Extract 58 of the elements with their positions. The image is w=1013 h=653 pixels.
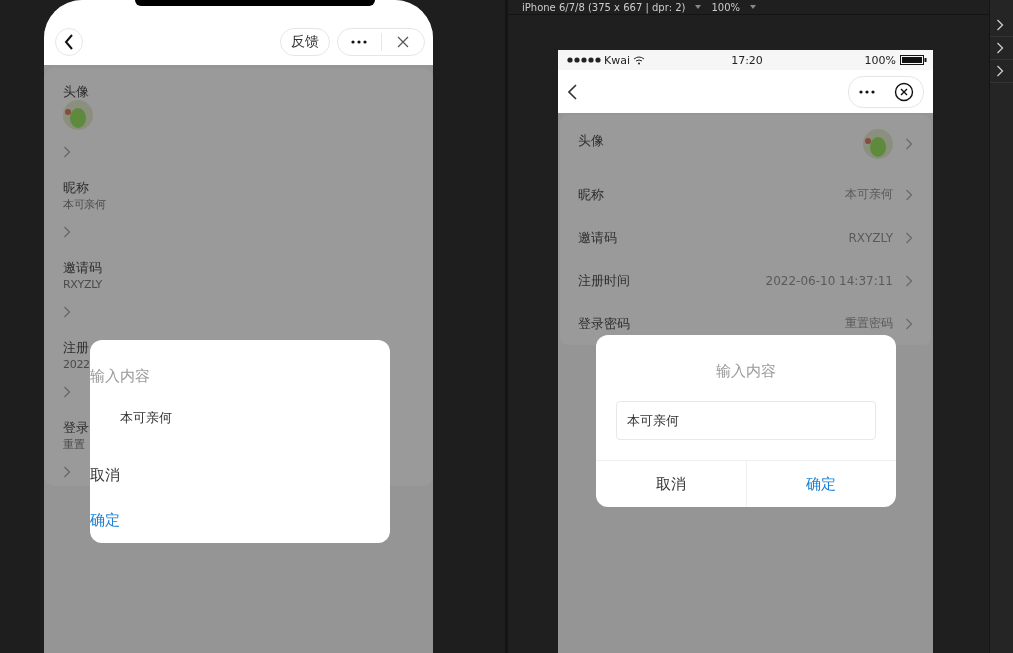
avatar-image [63, 100, 93, 130]
confirm-button[interactable]: 确定 [90, 511, 120, 530]
input-field[interactable]: 本可亲何 [120, 410, 320, 425]
cancel-button[interactable]: 取消 [90, 466, 120, 485]
row-label: 登录密码 [578, 314, 631, 333]
row-value: 本可亲何 [845, 186, 893, 203]
row-value: RXYZLY [63, 277, 103, 293]
chevron-right-icon [905, 138, 913, 150]
dialog-title: 输入内容 [715, 362, 777, 381]
device-selector[interactable]: iPhone 6/7/8 (375 x 667 | dpr: 2) [522, 1, 686, 13]
battery-icon [900, 55, 927, 65]
row-label: 注册 [63, 339, 89, 356]
chevron-right-icon [63, 386, 71, 398]
close-icon[interactable] [396, 36, 409, 48]
row-label: 邀请码 [63, 259, 102, 276]
dialog-title: 输入内容 [90, 367, 150, 386]
row-label: 头像 [578, 132, 605, 150]
caret-icon [695, 5, 702, 9]
chevron-right-icon [63, 146, 71, 158]
row-label: 邀请码 [578, 228, 618, 247]
chevron-right-icon [905, 188, 913, 201]
chevron-right-icon [996, 65, 1004, 77]
chevron-right-icon [63, 306, 71, 318]
feedback-button[interactable]: 反馈 [280, 28, 330, 56]
confirm-button[interactable]: 确定 [745, 461, 896, 507]
caret-icon [750, 5, 757, 9]
row-value: 2022 [63, 357, 90, 373]
chevron-right-icon [63, 226, 71, 238]
row-label: 昵称 [63, 179, 89, 196]
back-button[interactable] [55, 28, 83, 56]
row-value: 本可亲何 [63, 197, 106, 213]
row-label: 昵称 [578, 185, 605, 204]
more-icon[interactable] [858, 89, 875, 94]
zoom-selector[interactable]: 100% [711, 1, 741, 13]
carrier-name: Kwai [604, 53, 630, 67]
row-value: 重置 [63, 437, 85, 453]
battery-level: 100% [864, 53, 896, 67]
chevron-left-icon [64, 34, 74, 50]
more-icon[interactable] [351, 40, 368, 44]
chevron-right-icon [996, 42, 1004, 54]
row-value: RXYZLY [848, 230, 893, 245]
chevron-right-icon [905, 274, 913, 287]
chevron-right-icon [905, 231, 913, 244]
chevron-right-icon [905, 317, 913, 330]
signal-icon [567, 57, 601, 63]
back-icon[interactable] [568, 83, 577, 100]
close-icon[interactable] [893, 81, 914, 102]
chevron-right-icon [63, 466, 71, 478]
avatar-image [863, 129, 893, 159]
row-value: 2022-06-10 14:37:11 [765, 273, 893, 288]
cancel-button[interactable]: 取消 [596, 461, 746, 507]
row-label: 登录 [63, 419, 89, 436]
row-label: 头像 [63, 83, 89, 100]
wifi-icon [633, 55, 645, 65]
input-field[interactable]: 本可亲何 [616, 401, 876, 440]
chevron-right-icon [996, 19, 1004, 31]
status-time: 17:20 [730, 53, 764, 67]
row-label: 注册时间 [578, 271, 631, 290]
